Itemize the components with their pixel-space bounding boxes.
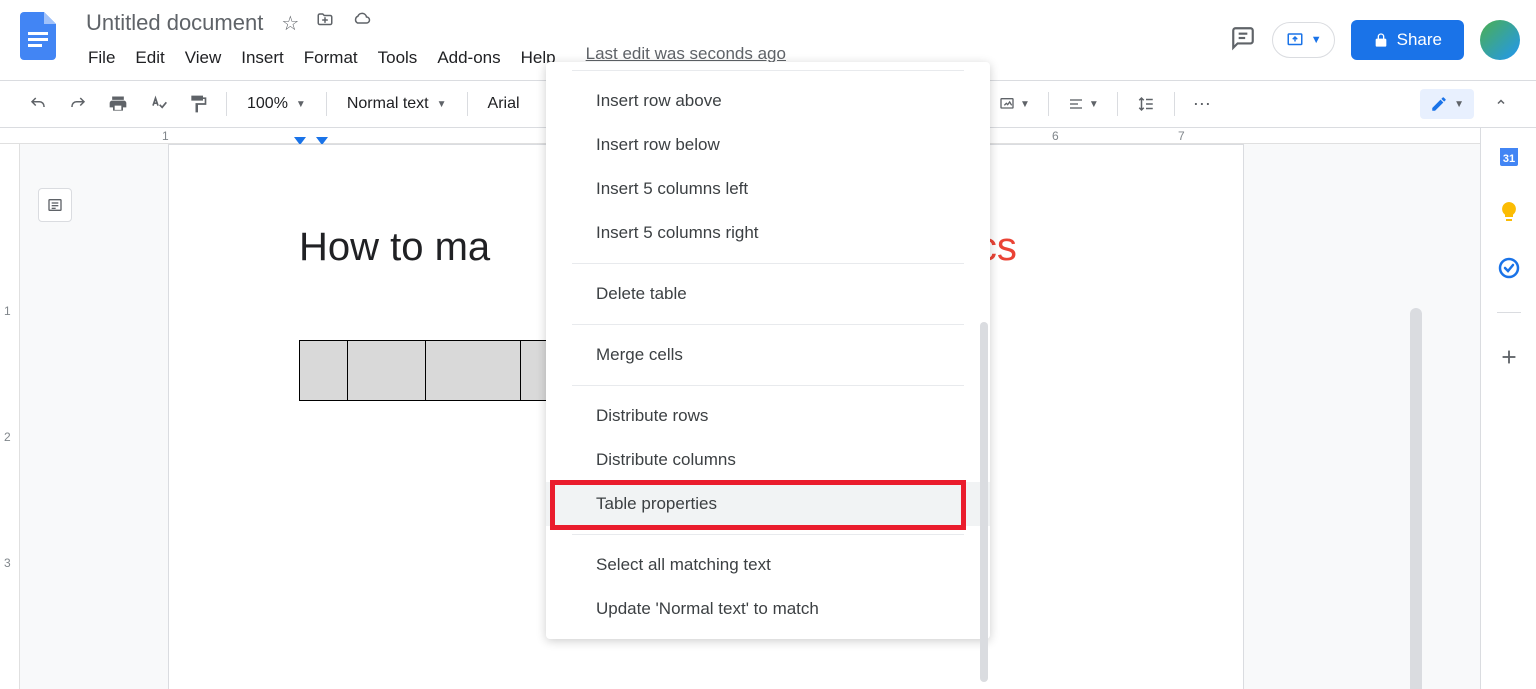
move-icon[interactable]: [315, 11, 335, 36]
ctx-delete-table[interactable]: Delete table: [546, 272, 990, 316]
menu-edit[interactable]: Edit: [127, 44, 172, 72]
chevron-down-icon: ▼: [296, 99, 306, 110]
zoom-select[interactable]: 100%▼: [237, 89, 316, 119]
menu-view[interactable]: View: [177, 44, 230, 72]
print-button[interactable]: [100, 88, 136, 120]
chevron-down-icon: ▼: [1454, 99, 1464, 110]
ruler-tick: 6: [1052, 129, 1059, 143]
collapse-toolbar-button[interactable]: [1486, 89, 1516, 119]
side-panel: 31: [1480, 128, 1536, 689]
menu-tools[interactable]: Tools: [370, 44, 426, 72]
chevron-down-icon: ▼: [437, 99, 447, 110]
menu-format[interactable]: Format: [296, 44, 366, 72]
star-icon[interactable]: ☆: [281, 11, 299, 36]
share-button[interactable]: Share: [1351, 20, 1464, 60]
ruler-tick: 7: [1178, 129, 1185, 143]
menu-insert[interactable]: Insert: [233, 44, 292, 72]
comments-icon[interactable]: [1230, 25, 1256, 56]
undo-button[interactable]: [20, 89, 56, 119]
keep-icon[interactable]: [1497, 200, 1521, 224]
outline-button[interactable]: [38, 188, 72, 222]
ruler-tick: 1: [4, 304, 11, 318]
spellcheck-button[interactable]: [140, 88, 176, 120]
table-row[interactable]: [300, 341, 551, 401]
lock-icon: [1373, 32, 1389, 48]
menu-addons[interactable]: Add-ons: [429, 44, 508, 72]
align-button[interactable]: ▼: [1059, 90, 1107, 118]
more-button[interactable]: ⋯: [1185, 88, 1219, 121]
svg-text:31: 31: [1502, 153, 1514, 165]
present-button[interactable]: ▼: [1272, 22, 1335, 58]
avatar[interactable]: [1480, 20, 1520, 60]
table-cell[interactable]: [426, 341, 521, 401]
paint-format-button[interactable]: [180, 88, 216, 120]
ctx-insert-row-above[interactable]: Insert row above: [546, 79, 990, 123]
style-select[interactable]: Normal text▼: [337, 89, 457, 119]
chevron-down-icon: ▼: [1311, 34, 1322, 46]
context-menu: Insert row above Insert row below Insert…: [546, 62, 990, 639]
ctx-insert-cols-left[interactable]: Insert 5 columns left: [546, 167, 990, 211]
document-table[interactable]: [299, 340, 551, 401]
docs-logo[interactable]: [16, 8, 60, 64]
ctx-select-matching[interactable]: Select all matching text: [546, 543, 990, 587]
ctx-merge-cells[interactable]: Merge cells: [546, 333, 990, 377]
pencil-icon: [1430, 95, 1448, 113]
ctx-table-properties[interactable]: Table properties: [546, 482, 990, 526]
ctx-distribute-rows[interactable]: Distribute rows: [546, 394, 990, 438]
editing-mode-button[interactable]: ▼: [1420, 89, 1474, 119]
tasks-icon[interactable]: [1497, 256, 1521, 280]
redo-button[interactable]: [60, 89, 96, 119]
ruler-tick: 2: [4, 430, 11, 444]
ctx-distribute-cols[interactable]: Distribute columns: [546, 438, 990, 482]
ctx-update-normal-text[interactable]: Update 'Normal text' to match: [546, 587, 990, 631]
menu-file[interactable]: File: [80, 44, 123, 72]
ruler-tick: 1: [162, 129, 169, 143]
ctx-scrollbar[interactable]: [980, 322, 988, 682]
image-options-button[interactable]: ▼: [990, 90, 1038, 118]
calendar-icon[interactable]: 31: [1497, 144, 1521, 168]
table-cell[interactable]: [348, 341, 426, 401]
ruler-tick: 3: [4, 556, 11, 570]
table-cell[interactable]: [300, 341, 348, 401]
share-label: Share: [1397, 30, 1442, 50]
line-spacing-button[interactable]: [1128, 89, 1164, 119]
ctx-insert-cols-right[interactable]: Insert 5 columns right: [546, 211, 990, 255]
vertical-ruler[interactable]: 1 2 3: [0, 144, 20, 689]
document-title[interactable]: Untitled document: [80, 8, 269, 38]
vertical-scrollbar[interactable]: [1410, 308, 1422, 689]
ctx-insert-row-below[interactable]: Insert row below: [546, 123, 990, 167]
add-addon-icon[interactable]: [1497, 345, 1521, 369]
font-select[interactable]: Arial: [478, 89, 530, 119]
cloud-icon[interactable]: [351, 11, 373, 36]
